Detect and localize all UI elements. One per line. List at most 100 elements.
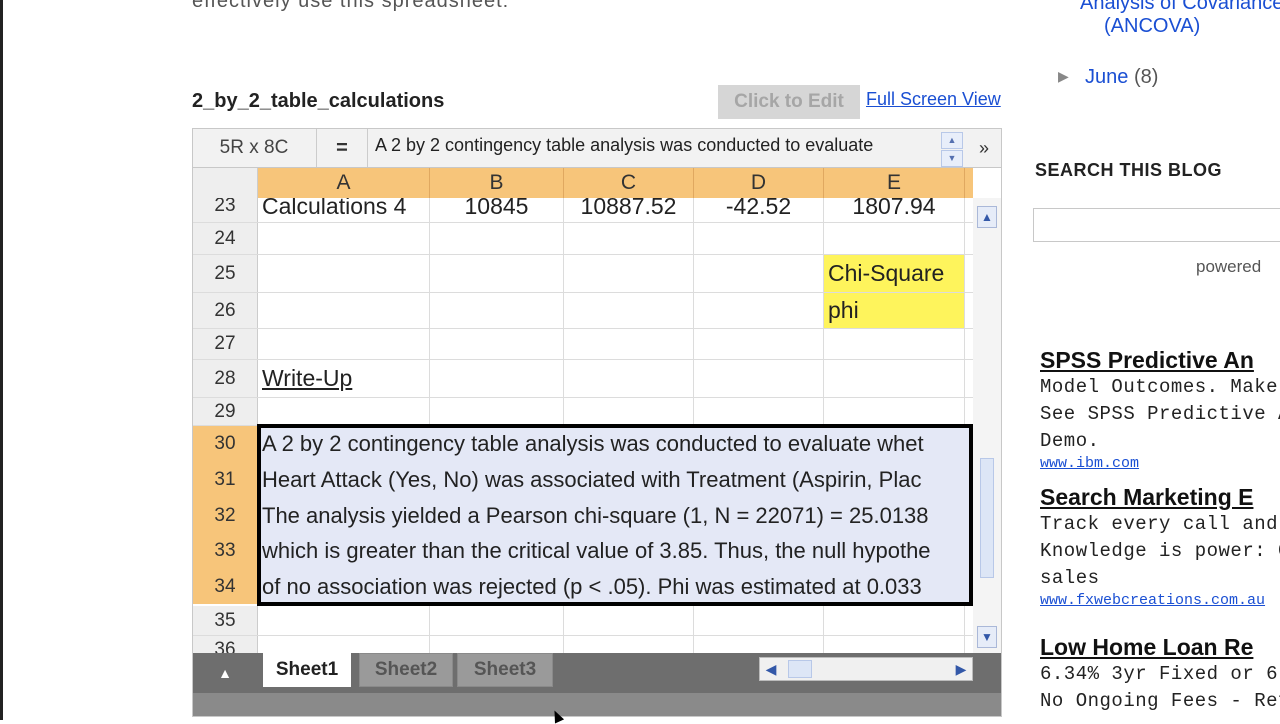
ad-block[interactable]: Low Home Loan Re 6.34% 3yr Fixed or 6.7 … (1040, 634, 1280, 715)
write-up-text-line[interactable]: A 2 by 2 contingency table analysis was … (258, 426, 973, 462)
cell[interactable] (564, 398, 694, 425)
cell[interactable] (430, 606, 564, 635)
cell[interactable] (564, 360, 694, 397)
cell[interactable] (258, 293, 430, 328)
cell[interactable] (430, 636, 564, 653)
column-header-c[interactable]: C (564, 168, 694, 198)
column-header-e[interactable]: E (824, 168, 965, 198)
cell[interactable] (430, 293, 564, 328)
cell[interactable] (430, 398, 564, 425)
cell[interactable] (824, 329, 965, 359)
expand-formula-icon[interactable]: » (969, 129, 999, 167)
scroll-right-icon[interactable]: ▶ (950, 658, 972, 680)
cell[interactable] (824, 398, 965, 425)
cell[interactable] (564, 636, 694, 653)
cell[interactable] (258, 329, 430, 359)
search-input[interactable] (1033, 208, 1280, 242)
cell[interactable]: Calculations 4 (258, 198, 430, 222)
row-header[interactable]: 33 (193, 533, 258, 569)
cell[interactable] (258, 636, 430, 653)
cell[interactable] (824, 636, 965, 653)
scroll-left-icon[interactable]: ◀ (760, 658, 782, 680)
cell[interactable] (694, 636, 824, 653)
write-up-label-cell[interactable]: Write-Up (258, 360, 430, 397)
horizontal-scrollbar[interactable]: ◀ ▶ (759, 657, 973, 681)
spin-up-icon[interactable]: ▲ (941, 132, 963, 149)
write-up-text-line[interactable]: which is greater than the critical value… (258, 533, 973, 569)
cell[interactable] (258, 255, 430, 292)
cell[interactable] (258, 606, 430, 635)
column-header-d[interactable]: D (694, 168, 824, 198)
cell[interactable]: -42.52 (694, 198, 824, 222)
cell[interactable] (430, 329, 564, 359)
row-header[interactable]: 32 (193, 498, 258, 533)
formula-input[interactable]: A 2 by 2 contingency table analysis was … (375, 135, 873, 156)
spin-down-icon[interactable]: ▼ (941, 150, 963, 167)
column-header-b[interactable]: B (430, 168, 564, 198)
row-header[interactable]: 31 (193, 462, 258, 498)
write-up-text-line[interactable]: of no association was rejected (p < .05)… (258, 569, 973, 604)
cell[interactable]: 10845 (430, 198, 564, 222)
row-header[interactable]: 34 (193, 569, 258, 604)
cell[interactable] (824, 223, 965, 254)
cell[interactable] (430, 223, 564, 254)
row-header[interactable]: 35 (193, 606, 258, 635)
archive-link-ancova[interactable]: Analysis of Covariance (1080, 0, 1280, 15)
cell[interactable] (694, 398, 824, 425)
column-header-a[interactable]: A (258, 168, 430, 198)
tab-sheet1[interactable]: Sheet1 (263, 653, 351, 687)
write-up-text-line[interactable]: Heart Attack (Yes, No) was associated wi… (258, 462, 973, 498)
cell[interactable] (564, 606, 694, 635)
cell[interactable] (564, 255, 694, 292)
cell[interactable] (258, 398, 430, 425)
cell[interactable] (430, 255, 564, 292)
archive-link-ancova-line2[interactable]: (ANCOVA) (1104, 15, 1200, 38)
cell[interactable] (694, 255, 824, 292)
row-header[interactable]: 27 (193, 329, 258, 359)
chi-square-label-cell[interactable]: Chi-Square (824, 255, 965, 292)
row-header[interactable]: 23 (193, 198, 258, 222)
ad-block[interactable]: Search Marketing E Track every call and … (1040, 484, 1280, 609)
write-up-text-line[interactable]: The analysis yielded a Pearson chi-squar… (258, 498, 973, 533)
cell[interactable] (430, 360, 564, 397)
row-header[interactable]: 25 (193, 255, 258, 292)
phi-label-cell[interactable]: phi (824, 293, 965, 328)
cell[interactable]: 1807.94 (824, 198, 965, 222)
ad-title[interactable]: Search Marketing E (1040, 484, 1280, 511)
row-header[interactable]: 30 (193, 426, 258, 462)
row-header[interactable]: 28 (193, 360, 258, 397)
row-header[interactable]: 36 (193, 636, 258, 653)
cell[interactable] (694, 360, 824, 397)
vertical-scrollbar[interactable]: ▲ ▼ (973, 198, 1001, 653)
tab-menu-up-icon[interactable]: ▲ (215, 661, 235, 685)
row-header[interactable]: 26 (193, 293, 258, 328)
full-screen-view-link[interactable]: Full Screen View (866, 89, 1001, 110)
formula-spinner[interactable]: ▲ ▼ (941, 132, 963, 167)
scroll-up-icon[interactable]: ▲ (977, 206, 997, 228)
click-to-edit-button[interactable]: Click to Edit (718, 85, 860, 119)
cell[interactable] (694, 223, 824, 254)
cell[interactable] (564, 223, 694, 254)
ad-block[interactable]: SPSS Predictive An Model Outcomes. Make … (1040, 347, 1280, 472)
cell[interactable] (824, 360, 965, 397)
ad-title[interactable]: Low Home Loan Re (1040, 634, 1280, 661)
ad-title[interactable]: SPSS Predictive An (1040, 347, 1280, 374)
cell[interactable] (564, 329, 694, 359)
scroll-down-icon[interactable]: ▼ (977, 626, 997, 648)
ad-url[interactable]: www.ibm.com (1040, 455, 1280, 472)
archive-link-june[interactable]: June (8) (1085, 66, 1158, 89)
cell[interactable] (694, 329, 824, 359)
row-header[interactable]: 24 (193, 223, 258, 254)
horizontal-scroll-thumb[interactable] (788, 660, 812, 678)
cell[interactable] (694, 606, 824, 635)
cell[interactable] (258, 223, 430, 254)
ad-url[interactable]: www.fxwebcreations.com.au (1040, 592, 1280, 609)
tab-sheet2[interactable]: Sheet2 (359, 653, 453, 687)
tab-sheet3[interactable]: Sheet3 (457, 653, 553, 687)
row-header[interactable]: 29 (193, 398, 258, 425)
cell[interactable] (564, 293, 694, 328)
cell[interactable] (694, 293, 824, 328)
vertical-scroll-thumb[interactable] (980, 458, 994, 578)
cell[interactable] (824, 606, 965, 635)
cell[interactable]: 10887.52 (564, 198, 694, 222)
